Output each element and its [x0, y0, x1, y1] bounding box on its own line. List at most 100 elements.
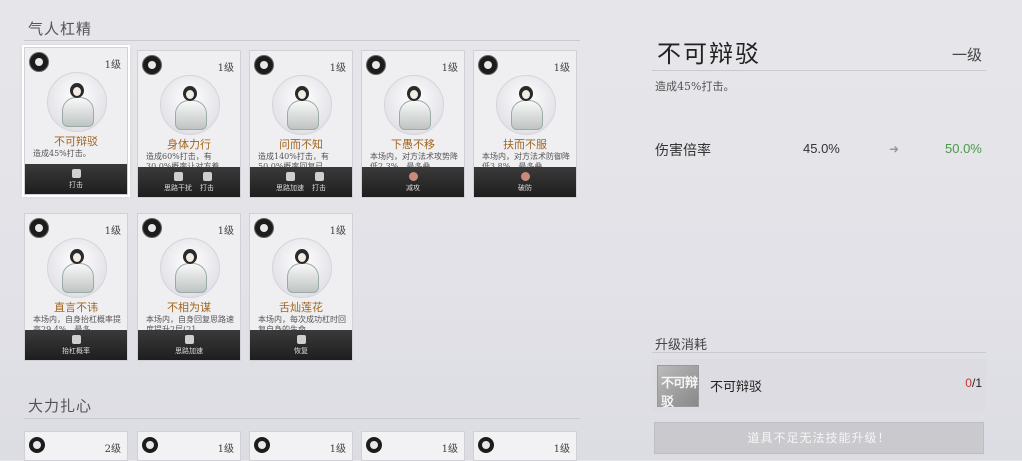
skill-badge-icon [478, 437, 494, 453]
skill-level: 2级 [104, 444, 121, 455]
stat-current-value: 45.0% [803, 141, 840, 156]
tag: 思路干扰 [164, 171, 192, 193]
skill-book-icon: 不可辩驳 [657, 365, 699, 410]
skill-level: 1级 [104, 226, 121, 237]
section-divider [24, 40, 580, 41]
skill-name: 下愚不移 [391, 138, 435, 151]
character-portrait [272, 238, 332, 298]
tag-label: 思路加速 [276, 183, 304, 192]
upgrade-button[interactable]: 道具不足无法技能升级！ [654, 422, 984, 454]
cost-item-count: 0/1 [965, 376, 982, 390]
skill-badge-icon [29, 437, 45, 453]
skill-level: 1级 [217, 63, 234, 74]
cost-need: /1 [971, 376, 982, 390]
skill-level: 1级 [441, 444, 458, 455]
skill-level: 1级 [553, 444, 570, 455]
skill-card[interactable]: 1级 问而不知 造成140%打击，有50.0%概率回复已… 思路加速 打击 [249, 50, 353, 198]
skill-book-icon-text: 不可辩驳 [661, 376, 698, 410]
skill-badge-icon [254, 437, 270, 453]
skill-card[interactable]: 1级 [137, 431, 241, 461]
tag-label: 抬杠概率 [62, 346, 90, 355]
skill-level: 1级 [329, 63, 346, 74]
cost-have: 0 [965, 376, 972, 390]
skill-name: 不可辩驳 [54, 135, 98, 148]
tag: 打击 [312, 171, 326, 193]
break-defense-icon [520, 171, 530, 181]
skill-badge-icon [366, 437, 382, 453]
skill-tags: 抬杠概率 [25, 330, 127, 360]
attack-icon [71, 168, 81, 178]
skill-tags: 打击 [25, 164, 127, 194]
upgrade-cost-title: 升级消耗 [655, 338, 708, 353]
skill-tags: 恢复 [250, 330, 352, 360]
skill-detail-level: 一级 [951, 46, 982, 64]
skill-level: 1级 [329, 226, 346, 237]
mind-icon [285, 171, 295, 181]
skill-name: 不相为谋 [167, 301, 211, 314]
skill-card[interactable]: 1级 舌灿莲花 本场内，每次成功杠时回复自身的生命。 恢复 [249, 213, 353, 361]
skill-badge-icon [29, 218, 49, 238]
skill-tags: 思路加速 打击 [250, 167, 352, 197]
tag: 抬杠概率 [62, 334, 90, 356]
arrow-right-icon: ➜ [889, 142, 900, 156]
section-divider [24, 418, 580, 419]
skill-card[interactable]: 2级 [24, 431, 128, 461]
character-portrait [272, 75, 332, 135]
rate-icon [71, 334, 81, 344]
skill-level: 1级 [329, 444, 346, 455]
skill-card[interactable]: 1级 扶而不服 本场内，对方法术防御降低3.8%，最多叠… 破防 [473, 50, 577, 198]
skill-badge-icon [366, 55, 386, 75]
skill-detail-desc: 造成45%打击。 [655, 80, 735, 93]
stat-next-value: 50.0% [945, 141, 982, 156]
skill-card[interactable]: 1级 [473, 431, 577, 461]
attack-icon [202, 171, 212, 181]
tag: 打击 [200, 171, 214, 193]
tag: 恢复 [294, 334, 308, 356]
section-title-dali: 大力扎心 [28, 397, 93, 415]
mind-icon [173, 171, 183, 181]
tag-label: 恢复 [294, 346, 308, 355]
skill-desc: 造成45%打击。 [33, 149, 91, 158]
skill-name: 身体力行 [167, 138, 211, 151]
cost-item-name: 不可辩驳 [710, 380, 763, 395]
skill-card[interactable]: 1级 直言不讳 本场内，自身抬杠概率提高29.4%，最多… 抬杠概率 [24, 213, 128, 361]
character-portrait [47, 72, 107, 132]
tag-label: 思路干扰 [164, 183, 192, 192]
character-portrait [47, 238, 107, 298]
skill-card[interactable]: 1级 下愚不移 本场内，对方法术攻势降低2.3%，最多叠… 减攻 [361, 50, 465, 198]
skill-card[interactable]: 1级 不相为谋 本场内，自身回复思路速度提升2层(21.… 思路加速 [137, 213, 241, 361]
tag: 减攻 [406, 171, 420, 193]
character-portrait [160, 238, 220, 298]
tag-label: 破防 [518, 183, 532, 192]
character-portrait [384, 75, 444, 135]
tag-label: 思路加速 [175, 346, 203, 355]
skill-badge-icon [254, 218, 274, 238]
skill-level: 1级 [441, 63, 458, 74]
cost-item-row[interactable]: 不可辩驳 不可辩驳 0/1 [652, 359, 986, 411]
skill-name: 直言不讳 [54, 301, 98, 314]
skill-badge-icon [478, 55, 498, 75]
skill-badge-icon [142, 437, 158, 453]
skill-tags: 思路加速 [138, 330, 240, 360]
skill-name: 舌灿莲花 [279, 301, 323, 314]
tag-label: 打击 [69, 180, 83, 189]
skill-tags: 破防 [474, 167, 576, 197]
skill-card[interactable]: 1级 [361, 431, 465, 461]
stat-label: 伤害倍率 [655, 143, 711, 159]
skill-card[interactable]: 1级 [249, 431, 353, 461]
section-title-qiren: 气人杠精 [28, 20, 93, 38]
skill-badge-icon [254, 55, 274, 75]
skill-card[interactable]: 1级 不可辩驳 造成45%打击。 打击 [22, 45, 130, 197]
skill-card[interactable]: 1级 身体力行 造成60%打击，有30.0%概率让对方着… 思路干扰 打击 [137, 50, 241, 198]
tag-label: 打击 [312, 183, 326, 192]
skill-tags: 思路干扰 打击 [138, 167, 240, 197]
tag-label: 打击 [200, 183, 214, 192]
character-portrait [496, 75, 556, 135]
tag: 思路加速 [276, 171, 304, 193]
tag: 思路加速 [175, 334, 203, 356]
skill-level: 1级 [553, 63, 570, 74]
skill-level: 1级 [217, 226, 234, 237]
character-portrait [160, 75, 220, 135]
mind-icon [184, 334, 194, 344]
skill-badge-icon [29, 52, 49, 72]
